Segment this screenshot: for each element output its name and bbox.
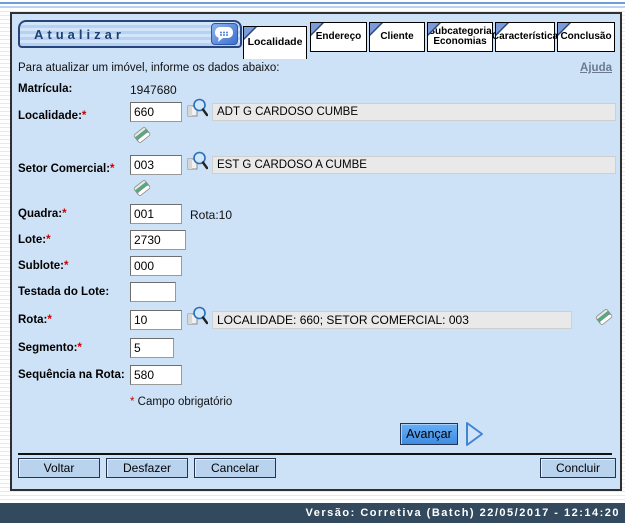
arrow-right-icon: [463, 420, 487, 448]
tab-endereco[interactable]: Endereço: [310, 22, 367, 52]
required-asterisk: *: [62, 208, 66, 220]
testada-do-lote-label: Testada do Lote:: [18, 286, 109, 298]
window-title-bar: Atualizar: [18, 20, 242, 48]
version-footer: Versão: Corretiva (Batch) 22/05/2017 - 1…: [0, 503, 625, 523]
tab-conclusao[interactable]: Conclusão: [557, 22, 615, 52]
magnifier-icon: [187, 98, 208, 118]
cancelar-button[interactable]: Cancelar: [194, 458, 276, 478]
localidade-clear-button[interactable]: [132, 125, 152, 145]
tab-label: Cliente: [380, 32, 413, 43]
instruction-text: Para atualizar um imóvel, informe os dad…: [18, 62, 279, 74]
setor-comercial-label-text: Setor Comercial:: [18, 163, 110, 175]
quadra-rota-note: Rota:10: [190, 208, 232, 222]
segmento-label: Segmento:*: [18, 342, 82, 354]
localidade-input[interactable]: [130, 102, 182, 122]
next-arrow-button[interactable]: [463, 420, 487, 448]
tab-fold-decoration: [558, 23, 569, 34]
segmento-label-text: Segmento:: [18, 342, 77, 354]
speech-bubble-icon: [214, 26, 235, 43]
rota-description: LOCALIDADE: 660; SETOR COMERCIAL: 003: [212, 311, 572, 329]
eraser-icon: [594, 307, 614, 327]
localidade-search-button[interactable]: [187, 98, 208, 118]
tab-fold-decoration: [311, 23, 322, 34]
required-fields-note: * Campo obrigatório: [130, 396, 232, 408]
tab-subcategoria-economias[interactable]: Subcategoria Economias: [427, 22, 493, 52]
top-decoration-line-2: [0, 6, 625, 8]
setor-comercial-description: EST G CARDOSO A CUMBE: [212, 156, 616, 174]
lote-label: Lote:*: [18, 234, 51, 246]
quadra-label: Quadra:*: [18, 208, 67, 220]
matricula-label: Matrícula:: [18, 83, 72, 95]
page-title: Atualizar: [20, 27, 211, 42]
comments-button[interactable]: [211, 23, 238, 45]
desfazer-button[interactable]: Desfazer: [106, 458, 188, 478]
avancar-button[interactable]: Avançar: [400, 423, 458, 445]
required-asterisk: *: [77, 342, 81, 354]
footer-separator: [18, 453, 612, 455]
required-asterisk: *: [46, 234, 50, 246]
tab-localidade[interactable]: Localidade: [243, 26, 307, 59]
voltar-button[interactable]: Voltar: [18, 458, 100, 478]
sequencia-na-rota-input[interactable]: [130, 365, 182, 385]
testada-do-lote-input[interactable]: [130, 282, 176, 302]
tab-fold-decoration: [244, 27, 255, 38]
eraser-icon: [132, 125, 152, 145]
required-asterisk: *: [82, 110, 86, 122]
main-panel: Atualizar Localidade Endereço Cliente Su…: [10, 12, 622, 491]
rota-input[interactable]: [130, 310, 182, 330]
rota-clear-button[interactable]: [594, 307, 614, 327]
rota-label: Rota:*: [18, 314, 52, 326]
tab-fold-decoration: [370, 23, 381, 34]
magnifier-icon: [187, 151, 208, 171]
segmento-input[interactable]: [130, 338, 174, 358]
matricula-value: 1947680: [130, 83, 177, 97]
sublote-label-text: Sublote:: [18, 260, 64, 272]
required-asterisk: *: [64, 260, 68, 272]
sublote-input[interactable]: [130, 256, 182, 276]
localidade-description: ADT G CARDOSO CUMBE: [212, 103, 616, 121]
lote-input[interactable]: [130, 230, 186, 250]
sublote-label: Sublote:*: [18, 260, 68, 272]
required-asterisk: *: [110, 163, 114, 175]
tab-cliente[interactable]: Cliente: [369, 22, 425, 52]
help-link[interactable]: Ajuda: [580, 62, 612, 74]
setor-comercial-label: Setor Comercial:*: [18, 163, 115, 175]
setor-comercial-search-button[interactable]: [187, 151, 208, 171]
tab-fold-decoration: [496, 23, 507, 34]
quadra-input[interactable]: [130, 204, 182, 224]
sequencia-na-rota-label: Sequência na Rota:: [18, 369, 125, 381]
top-decoration-line: [0, 2, 625, 4]
setor-comercial-input[interactable]: [130, 155, 182, 175]
rota-label-text: Rota:: [18, 314, 47, 326]
eraser-icon: [132, 178, 152, 198]
tab-caracteristica[interactable]: Característica: [495, 22, 555, 52]
tab-fold-decoration: [428, 23, 439, 34]
required-asterisk: *: [47, 314, 51, 326]
rota-search-button[interactable]: [187, 306, 208, 326]
magnifier-icon: [187, 306, 208, 326]
setor-comercial-clear-button[interactable]: [132, 178, 152, 198]
localidade-label-text: Localidade:: [18, 110, 82, 122]
lote-label-text: Lote:: [18, 234, 46, 246]
required-note-text: Campo obrigatório: [134, 396, 232, 408]
concluir-button[interactable]: Concluir: [540, 458, 616, 478]
localidade-label: Localidade:*: [18, 110, 86, 122]
quadra-label-text: Quadra:: [18, 208, 62, 220]
